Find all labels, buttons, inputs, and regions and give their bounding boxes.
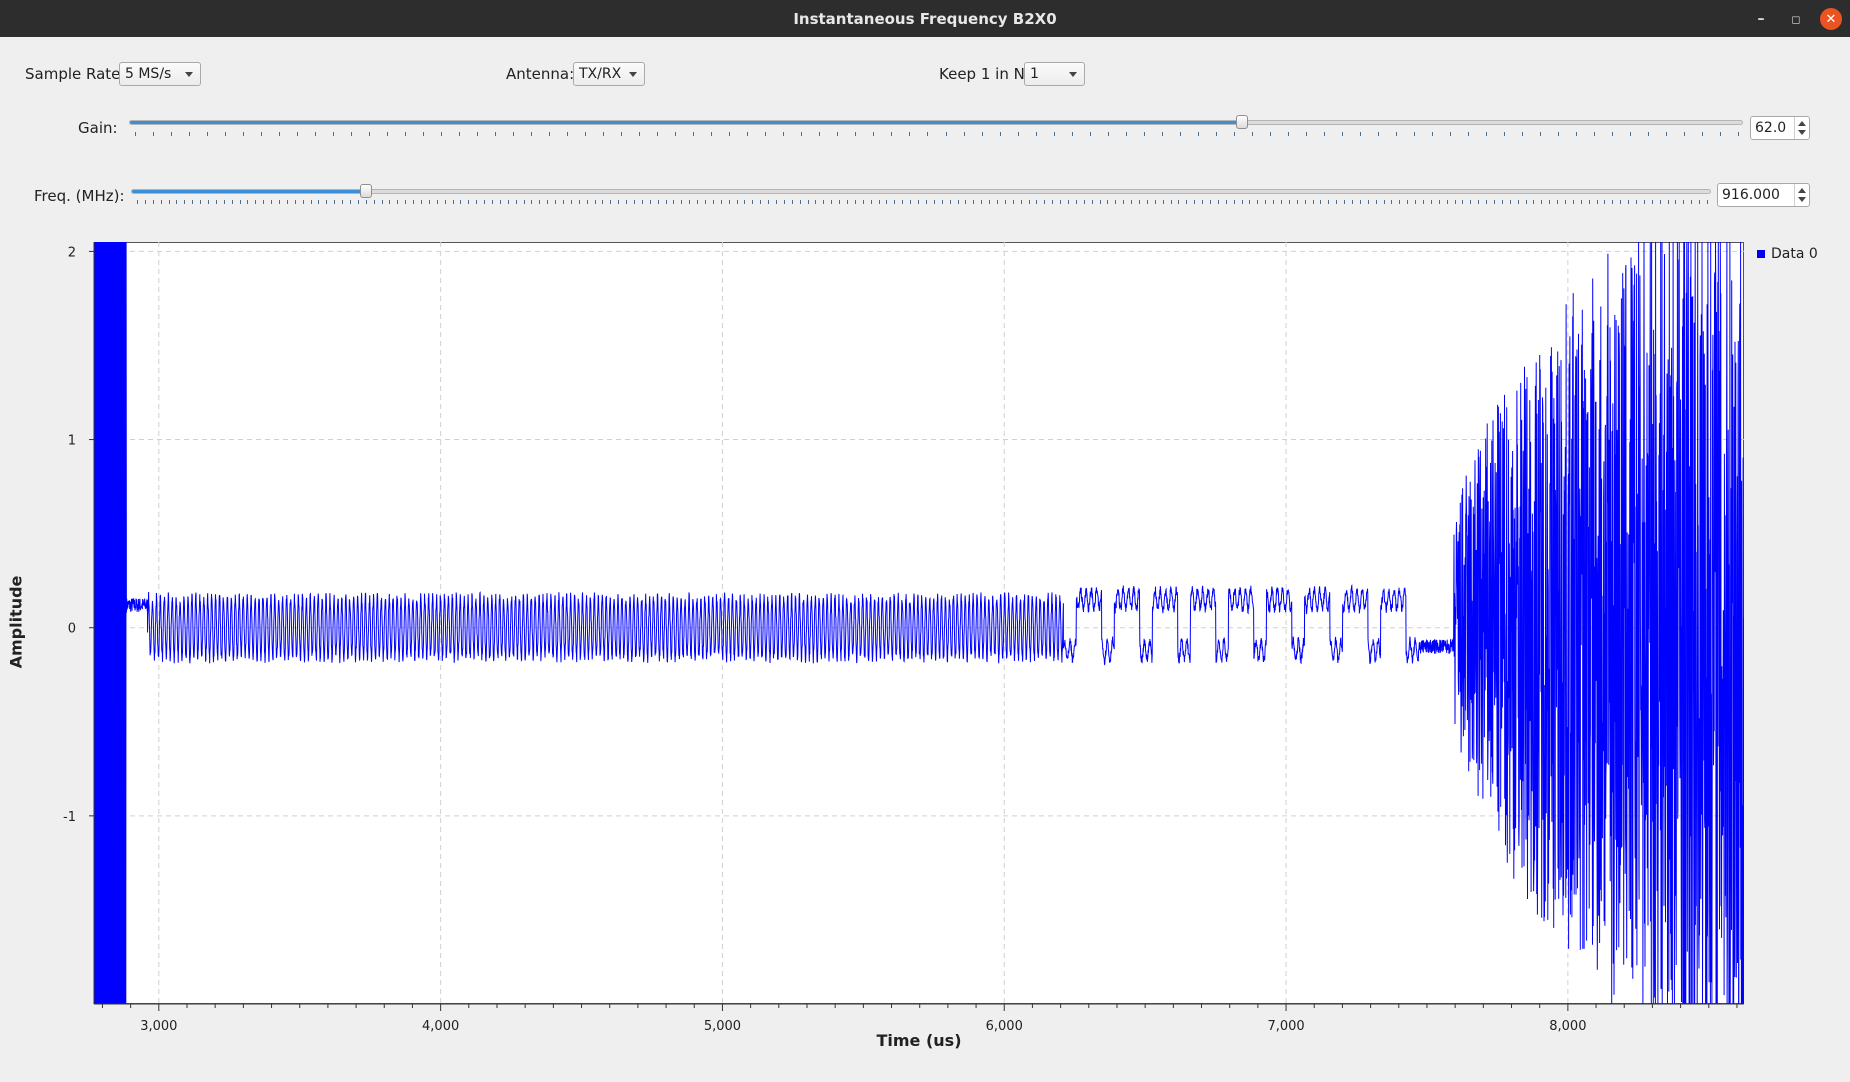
x-axis-label: Time (us) <box>876 1031 962 1050</box>
legend-label: Data 0 <box>1771 246 1818 262</box>
y-tick-label: 1 <box>68 434 76 449</box>
x-tick-label: 7,000 <box>1267 1019 1304 1034</box>
x-tick-label: 3,000 <box>140 1019 177 1034</box>
y-tick-label: 0 <box>68 622 76 637</box>
y-axis-label: Amplitude <box>6 575 26 669</box>
x-tick-label: 4,000 <box>422 1019 459 1034</box>
legend-swatch <box>1757 250 1765 258</box>
y-tick-label: -1 <box>63 810 76 825</box>
x-tick-label: 5,000 <box>704 1019 741 1034</box>
y-tick-label: 2 <box>68 245 76 260</box>
x-tick-label: 6,000 <box>986 1019 1023 1034</box>
x-tick-label: 8,000 <box>1549 1019 1586 1034</box>
time-domain-plot: 2 1 0 -1 3,000 4,000 5,000 6,000 7,000 8,000 <box>63 242 1744 1034</box>
legend[interactable]: Data 0 <box>1757 246 1818 262</box>
series-line-data-0 <box>94 242 1744 1004</box>
